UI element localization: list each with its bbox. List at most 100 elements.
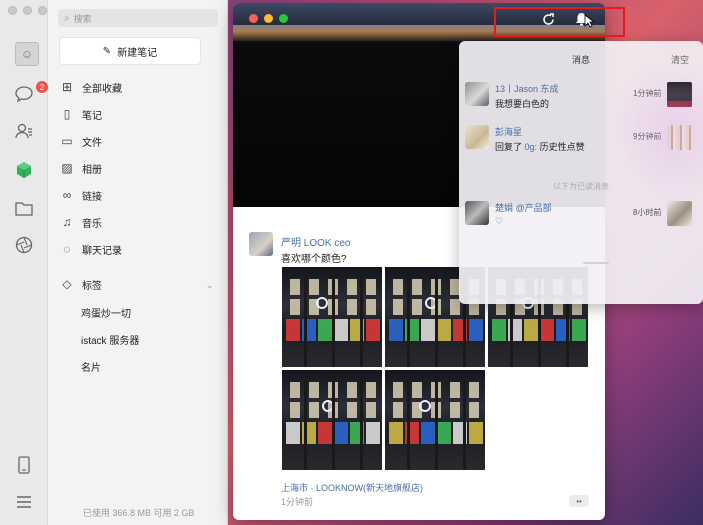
aperture-icon[interactable] (14, 235, 34, 255)
pencil-icon: ✎ (102, 45, 112, 57)
shop-front (286, 422, 300, 444)
menu-icon[interactable] (14, 492, 34, 512)
chevron-down-icon[interactable]: ⌄ (206, 280, 214, 291)
close-window-button[interactable] (249, 14, 258, 23)
notification-thumbnail[interactable] (667, 82, 692, 107)
music-icon: ♫ (62, 215, 72, 229)
more-button[interactable]: •• (569, 495, 589, 507)
message-text: 历史性点赞 (539, 142, 585, 152)
notification-message: 回复了 0g: 历史性点赞 (495, 140, 585, 153)
mentioned-user[interactable]: 0g: (525, 142, 538, 152)
sidebar-item-music[interactable]: ♫ 音乐 (60, 214, 103, 230)
shop-front (437, 422, 451, 444)
window-light (290, 382, 300, 398)
notification-item[interactable]: 彭海星 回复了 0g: 历史性点赞 9分钟前 (465, 125, 697, 155)
window-controls[interactable] (8, 6, 47, 15)
building-column (463, 370, 466, 470)
notification-thumbnail[interactable] (667, 125, 692, 150)
close-window-button[interactable] (8, 6, 17, 15)
window-light (412, 299, 422, 315)
window-light (347, 402, 357, 418)
window-light (450, 382, 460, 398)
window-controls[interactable] (249, 14, 288, 23)
sidebar-item-files[interactable]: ▭ 文件 (60, 133, 102, 149)
notification-sender[interactable]: 彭海星 (495, 125, 522, 138)
window-light (347, 299, 357, 315)
notification-sender[interactable]: 13丨Jason 东成 (495, 82, 559, 95)
sidebar-item-notes[interactable]: ▯ 笔记 (60, 106, 102, 122)
photo-thumbnail[interactable] (282, 267, 382, 367)
storage-usage: 已使用 366.8 MB 可用 2 GB (83, 508, 195, 518)
post-location[interactable]: 上海市 · LOOKNOW(新天地旗舰店) (281, 481, 423, 494)
cursor-icon (584, 14, 596, 31)
notification-item[interactable]: 楚娟 @产品部 ♡ 8小时前 (465, 201, 697, 231)
window-light (309, 382, 319, 398)
photo-thumbnail[interactable] (385, 370, 485, 470)
shop-front (366, 422, 380, 444)
contacts-icon[interactable] (14, 121, 34, 141)
sidebar-item-tags[interactable]: ◇ 标签 (60, 276, 102, 292)
like-heart: ♡ (495, 216, 504, 226)
new-note-button[interactable]: ✎ 新建笔记 (60, 38, 200, 64)
window-light (469, 402, 479, 418)
chat-icon[interactable]: 2 (14, 81, 48, 104)
sidebar-item-chat-history[interactable]: ◌ 聊天记录 (60, 241, 122, 257)
building-column (304, 370, 307, 470)
heart-icon: ♡ (495, 216, 503, 227)
avatar[interactable] (249, 232, 273, 256)
tag-item[interactable]: 名片 (81, 359, 101, 374)
refresh-icon[interactable] (540, 11, 556, 27)
avatar[interactable] (465, 82, 489, 106)
search-icon: ⌕ (64, 12, 70, 24)
window-light (393, 402, 403, 418)
photo-icon: ▨ (61, 161, 73, 175)
tag-item[interactable]: istack 服务器 (81, 332, 139, 347)
sidebar-item-all-favorites[interactable]: ⊞ 全部收藏 (60, 79, 122, 95)
my-avatar[interactable]: ☺ (15, 42, 39, 66)
clear-button[interactable]: 清空 (671, 53, 689, 66)
notification-sender[interactable]: 楚娟 @产品部 (495, 201, 552, 214)
new-note-label: 新建笔记 (117, 47, 158, 59)
sidebar-item-links[interactable]: ∞ 链接 (60, 187, 102, 203)
tag-item[interactable]: 鸡蛋炒一切 (81, 305, 131, 320)
avatar[interactable] (465, 201, 489, 225)
logo-ring (419, 400, 431, 412)
cube-icon[interactable] (14, 160, 34, 180)
building-column (304, 267, 307, 367)
window-light (309, 279, 319, 295)
notification-popover: 消息 清空 13丨Jason 东成 我想要白色的 1分钟前 彭海星 回复了 0g… (459, 41, 703, 304)
avatar[interactable] (465, 125, 489, 149)
window-light (412, 279, 422, 295)
sidebar-item-label: 聊天记录 (82, 245, 122, 257)
notebook-icon: ▯ (63, 107, 71, 121)
sidebar-item-photos[interactable]: ▨ 相册 (60, 160, 102, 176)
shop-front (334, 422, 348, 444)
notification-time: 1分钟前 (633, 89, 662, 98)
phone-icon[interactable] (14, 455, 34, 475)
sidebar-item-label: 相册 (82, 164, 102, 176)
grid-icon: ⊞ (61, 80, 73, 94)
shop-front (524, 319, 538, 341)
zoom-window-button[interactable] (279, 14, 288, 23)
window-light (290, 299, 300, 315)
minimize-window-button[interactable] (23, 6, 32, 15)
window-light (366, 382, 376, 398)
zoom-window-button[interactable] (38, 6, 47, 15)
photo-thumbnail[interactable] (282, 370, 382, 470)
window-light (450, 299, 460, 315)
window-light (469, 382, 479, 398)
search-input[interactable]: ⌕ 搜索 (58, 9, 218, 27)
notification-item[interactable]: 13丨Jason 东成 我想要白色的 1分钟前 (465, 82, 697, 112)
notification-thumbnail[interactable] (667, 201, 692, 226)
shop-front (421, 319, 435, 341)
minimize-window-button[interactable] (264, 14, 273, 23)
shop-front (334, 319, 348, 341)
post-author[interactable]: 严明 LOOK ceo (281, 234, 350, 249)
sidebar-item-label: 全部收藏 (82, 83, 122, 95)
building-column (360, 370, 363, 470)
post-text: 喜欢哪个颜色? (281, 254, 347, 265)
sidebar-item-label: 音乐 (82, 218, 102, 230)
folder-icon[interactable] (14, 198, 34, 218)
main-window: ☺ 2 ⌕ 搜索 ✎ 新建笔记 ⊞ 全部收藏 ▯ 笔记 ▭ 文件 ▨ 相册 ∞ … (0, 0, 228, 525)
unread-badge: 2 (36, 81, 48, 93)
